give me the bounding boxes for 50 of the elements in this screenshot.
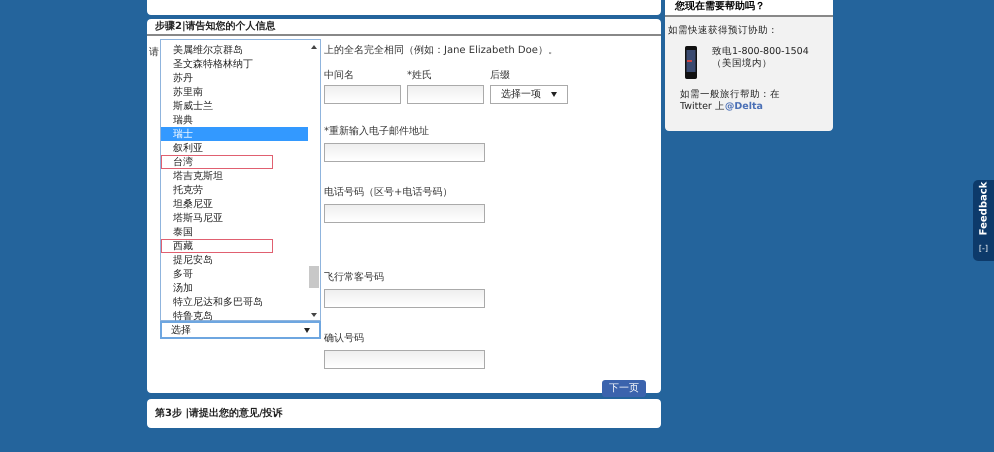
country-option[interactable]: 叙利亚 [161, 141, 308, 155]
input-field[interactable] [324, 85, 401, 104]
phone-icon [685, 46, 697, 80]
country-option[interactable]: 多哥 [161, 267, 308, 281]
country-option[interactable]: 台湾 [161, 155, 273, 169]
field-label: *姓氏 [407, 70, 433, 82]
country-option[interactable]: 特立尼达和多巴哥岛 [161, 295, 308, 309]
country-option[interactable]: 美属维尔京群岛 [161, 43, 308, 57]
step-title: 步骤2|请告知您的个人信息 [155, 20, 276, 34]
field-label: 电话号码（区号+电话号码） [324, 187, 454, 199]
country-dropdown-list[interactable]: 美属维尔京群岛 圣文森特格林纳丁 苏丹 苏里南 斯威士兰 瑞典 瑞士 叙利亚 台湾 塔吉克斯坦 托克劳 坦桑尼亚 塔斯马尼亚 泰国 西藏 提尼安岛 多哥 汤加 特立尼达和多巴哥岛 特鲁克岛 [160, 39, 321, 321]
country-option[interactable]: 泰国 [161, 225, 308, 239]
feedback-tab[interactable]: Feedback [-] [973, 180, 994, 261]
collapse-toggle[interactable]: [-] [978, 243, 988, 255]
field-label: 飞行常客号码 [324, 272, 385, 284]
input-field[interactable] [324, 204, 485, 223]
input-field[interactable] [324, 289, 485, 308]
caret-icon [551, 92, 557, 97]
country-option[interactable]: 圣文森特格林纳丁 [161, 57, 308, 71]
country-option[interactable]: 提尼安岛 [161, 253, 308, 267]
next-button[interactable]: 下一页 [602, 380, 646, 397]
country-option[interactable]: 塔斯马尼亚 [161, 211, 308, 225]
country-option[interactable]: 坦桑尼亚 [161, 197, 308, 211]
input-field[interactable] [407, 85, 484, 104]
country-option[interactable]: 塔吉克斯坦 [161, 169, 308, 183]
help-header: 您现在需要帮助吗？ [665, 0, 833, 17]
input-field[interactable] [324, 350, 485, 369]
twitter-link[interactable]: @Delta [724, 101, 763, 112]
help-text: 如需一般旅行帮助：在Twitter 上@Delta [680, 89, 781, 114]
field-label: 确认号码 [324, 333, 365, 345]
caret-icon [304, 328, 310, 332]
phone-text: 致电1-800-800-1504（美国境内） [712, 46, 810, 72]
country-option[interactable]: 斯威士兰 [161, 99, 308, 113]
field-label: 后缀 [490, 70, 511, 82]
country-option[interactable]: 苏里南 [161, 85, 308, 99]
country-option[interactable]: 苏丹 [161, 71, 308, 85]
step-title: 第3步 |请提出您的意见/投诉 [155, 406, 283, 421]
country-option[interactable]: 瑞典 [161, 113, 308, 127]
intro-text: 上的全名完全相同（例如：Jane Elizabeth Doe）。 [324, 44, 559, 58]
intro-text: 请 [149, 46, 159, 60]
field-label: 中间名 [324, 70, 355, 82]
country-option[interactable]: 托克劳 [161, 183, 308, 197]
help-text: 如需快速获得预订协助： [668, 24, 779, 38]
country-option[interactable]: 汤加 [161, 281, 308, 295]
field-label: *重新输入电子邮件地址 [324, 126, 430, 138]
suffix-select[interactable]: 选择一项 [490, 85, 568, 104]
country-option[interactable]: 西藏 [161, 239, 273, 253]
country-select[interactable]: 选择 [160, 321, 321, 339]
input-field[interactable] [324, 143, 485, 162]
country-option[interactable]: 特鲁克岛 [161, 309, 308, 323]
